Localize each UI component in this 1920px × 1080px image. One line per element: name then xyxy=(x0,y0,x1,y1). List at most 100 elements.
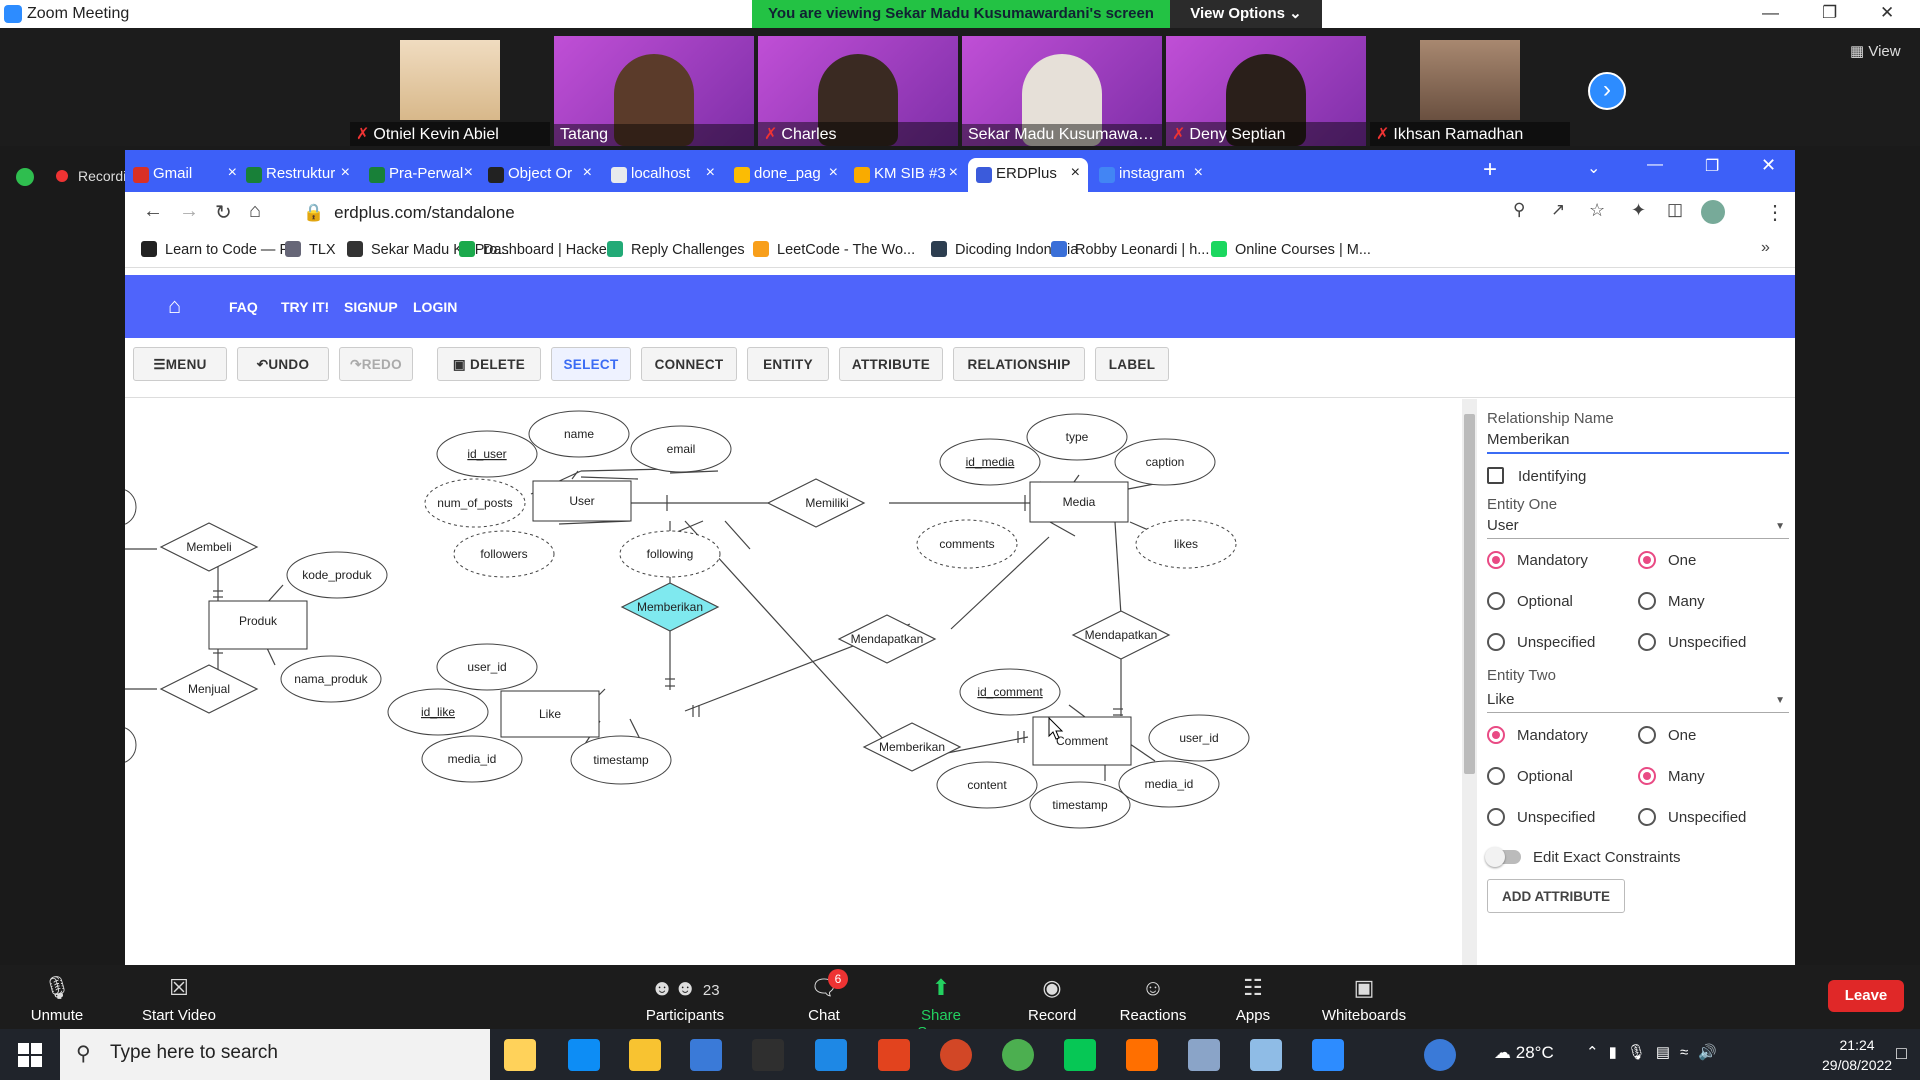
new-tab-icon[interactable]: + xyxy=(1483,156,1497,184)
entity-one-select[interactable]: User ▼ xyxy=(1487,517,1789,539)
label-button[interactable]: LABEL xyxy=(1095,347,1169,381)
tab-close-icon[interactable]: × xyxy=(706,164,715,182)
security-shield-icon[interactable] xyxy=(16,168,34,186)
home-icon[interactable]: ⌂ xyxy=(249,200,261,223)
browser-close-icon[interactable]: ✕ xyxy=(1761,155,1776,176)
attribute-button[interactable]: ATTRIBUTE xyxy=(839,347,943,381)
browser-tab[interactable]: instagram × xyxy=(1091,158,1211,192)
attribute-offscreen[interactable] xyxy=(125,489,137,525)
side-panel-icon[interactable]: ◫ xyxy=(1667,200,1683,220)
entity-two-mandatory-radio[interactable]: Mandatory xyxy=(1487,726,1588,744)
windows-start-icon[interactable] xyxy=(18,1043,42,1067)
canvas-scrollbar[interactable] xyxy=(1462,399,1477,965)
connect-button[interactable]: CONNECT xyxy=(641,347,737,381)
participant-tile[interactable]: Tatang xyxy=(554,36,754,146)
entity-two-select[interactable]: Like ▼ xyxy=(1487,691,1789,713)
tab-close-icon[interactable]: × xyxy=(949,164,958,182)
participant-tile[interactable]: ✗ Ikhsan Ramadhan xyxy=(1370,36,1570,146)
entity-one-unspecified-participation-radio[interactable]: Unspecified xyxy=(1487,633,1595,651)
next-page-arrow-icon[interactable]: › xyxy=(1588,72,1626,110)
delete-button[interactable]: ▣ DELETE xyxy=(437,347,541,381)
participant-tile[interactable]: ✗ Deny Septian xyxy=(1166,36,1366,146)
entity-two-one-radio[interactable]: One xyxy=(1638,726,1696,744)
record-button[interactable]: ◉ Record xyxy=(1028,975,1076,1024)
redo-button[interactable]: ↷REDO xyxy=(339,347,413,381)
entity-one-one-radio[interactable]: One xyxy=(1638,551,1696,569)
browser-minimize-icon[interactable]: — xyxy=(1647,156,1663,174)
faq-link[interactable]: FAQ xyxy=(229,299,258,315)
help-icon[interactable] xyxy=(1424,1039,1456,1071)
more-bookmarks-icon[interactable]: » xyxy=(1761,239,1770,257)
tab-close-icon[interactable]: × xyxy=(829,164,838,182)
entity-one-optional-radio[interactable]: Optional xyxy=(1487,592,1573,610)
browser-tab[interactable]: Pra-Perwal × xyxy=(361,158,481,192)
tab-close-icon[interactable]: × xyxy=(583,164,592,182)
browser-tab[interactable]: Object Or × xyxy=(480,158,600,192)
browser-tab[interactable]: done_pag × xyxy=(726,158,846,192)
erd-diagram[interactable]: User Media Produk Like Comment Memiliki … xyxy=(125,399,1462,965)
tab-search-icon[interactable]: ⌄ xyxy=(1587,158,1600,178)
tab-close-icon[interactable]: × xyxy=(464,164,473,182)
bookmark-item[interactable]: Online Courses | M... xyxy=(1211,241,1371,258)
relationship-button[interactable]: RELATIONSHIP xyxy=(953,347,1085,381)
reactions-button[interactable]: ☺ Reactions xyxy=(1118,975,1188,1024)
weather-widget[interactable]: ☁ 28°C xyxy=(1494,1043,1554,1063)
apps-button[interactable]: ☷ Apps xyxy=(1234,975,1272,1024)
profile-avatar[interactable] xyxy=(1701,200,1725,224)
chrome-icon[interactable] xyxy=(1002,1039,1034,1071)
url-field[interactable]: 🔒 erdplus.com/standalone xyxy=(303,203,515,223)
system-tray-icons[interactable]: ⌃▮🎙▤≈🔊 xyxy=(1586,1043,1727,1061)
attribute-offscreen[interactable] xyxy=(125,727,137,763)
scrollbar-thumb[interactable] xyxy=(1464,414,1475,774)
unmute-button[interactable]: 🎙 Unmute xyxy=(24,975,90,1024)
browser-restore-icon[interactable]: ❐ xyxy=(1705,156,1719,176)
participant-tile[interactable]: ✗ Charles xyxy=(758,36,958,146)
entity-two-many-radio[interactable]: Many xyxy=(1638,767,1705,785)
app-icon[interactable] xyxy=(1188,1039,1220,1071)
relationship-name-input[interactable]: Memberikan xyxy=(1487,431,1789,454)
browser-tab[interactable]: KM SIB #3 × xyxy=(846,158,966,192)
notification-icon[interactable]: □ xyxy=(1896,1043,1907,1064)
file-explorer-icon[interactable] xyxy=(629,1039,661,1071)
edge-icon[interactable] xyxy=(568,1039,600,1071)
whiteboards-button[interactable]: ▣ Whiteboards xyxy=(1318,975,1410,1024)
line-icon[interactable] xyxy=(1064,1039,1096,1071)
bookmark-item[interactable]: TLX xyxy=(285,241,336,258)
menu-button[interactable]: ☰MENU xyxy=(133,347,227,381)
bookmark-item[interactable]: Reply Challenges xyxy=(607,241,745,258)
taskview-icon[interactable] xyxy=(504,1039,536,1071)
browser-tab[interactable]: Restruktur × xyxy=(238,158,358,192)
bookmark-item[interactable]: Robby Leonardi | h... xyxy=(1051,241,1209,258)
tab-close-icon[interactable]: × xyxy=(1194,164,1203,182)
entity-one-mandatory-radio[interactable]: Mandatory xyxy=(1487,551,1588,569)
entity-two-unspecified-participation-radio[interactable]: Unspecified xyxy=(1487,808,1595,826)
try-it-link[interactable]: TRY IT! xyxy=(281,299,329,315)
extensions-icon[interactable]: ✦ xyxy=(1631,200,1646,221)
edit-exact-constraints-toggle[interactable]: Edit Exact Constraints xyxy=(1485,847,1681,867)
store-icon[interactable] xyxy=(690,1039,722,1071)
bookmark-item[interactable]: Learn to Code — F... xyxy=(141,241,299,258)
reload-icon[interactable]: ↻ xyxy=(215,200,232,225)
tab-close-icon[interactable]: × xyxy=(1071,164,1080,182)
identifying-checkbox[interactable]: Identifying xyxy=(1487,467,1586,485)
entity-one-many-radio[interactable]: Many xyxy=(1638,592,1705,610)
browser-tab[interactable]: Gmail × xyxy=(125,158,245,192)
signup-link[interactable]: SIGNUP xyxy=(344,299,398,315)
minimize-icon[interactable]: — xyxy=(1762,3,1779,23)
browser-tab[interactable]: ERDPlus × xyxy=(968,158,1088,192)
participant-tile[interactable]: ✗ Otniel Kevin Abiel xyxy=(350,36,550,146)
app-icon[interactable] xyxy=(1250,1039,1282,1071)
back-icon[interactable]: ← xyxy=(143,200,163,223)
close-icon[interactable]: ✕ xyxy=(1880,3,1894,23)
erd-canvas[interactable]: User Media Produk Like Comment Memiliki … xyxy=(125,399,1462,965)
restore-icon[interactable]: ❐ xyxy=(1822,3,1837,23)
more-menu-icon[interactable]: ⋮ xyxy=(1765,200,1785,225)
taskbar-search-field[interactable]: ⚲ Type here to search xyxy=(60,1029,490,1080)
taskbar-clock[interactable]: 21:24 29/08/2022 xyxy=(1822,1035,1892,1075)
login-link[interactable]: LOGIN xyxy=(413,299,457,315)
undo-button[interactable]: ↶UNDO xyxy=(237,347,329,381)
office-icon[interactable] xyxy=(878,1039,910,1071)
add-attribute-button[interactable]: ADD ATTRIBUTE xyxy=(1487,879,1625,913)
share-icon[interactable]: ↗ xyxy=(1551,200,1565,220)
participants-button[interactable]: ☻☻ 23 Participants xyxy=(642,975,728,1024)
